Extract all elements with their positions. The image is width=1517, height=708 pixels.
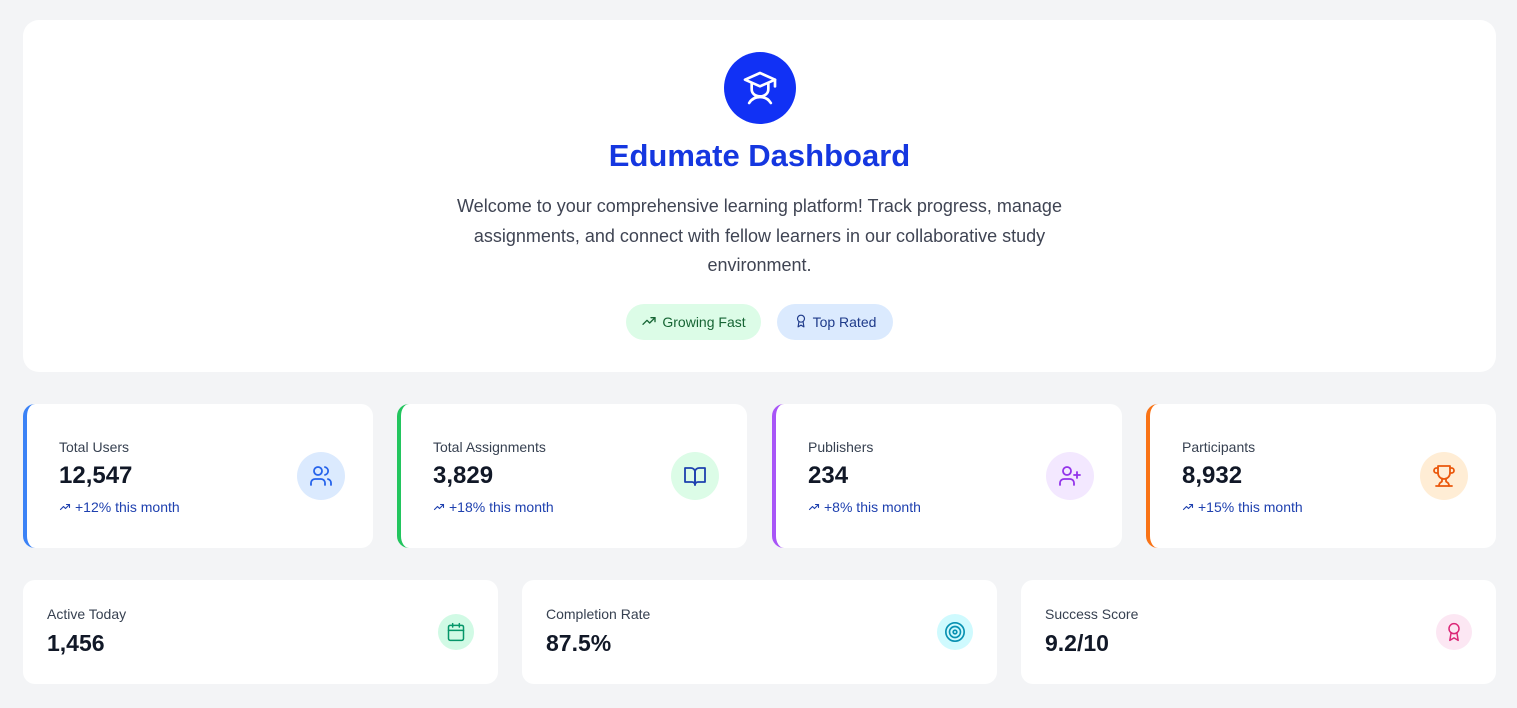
stat-value: 3,829 <box>433 462 494 489</box>
trending-up-icon <box>59 503 71 511</box>
stat-card-publishers: Publishers 234 +8% this month <box>772 404 1122 548</box>
trending-up-icon <box>808 503 820 511</box>
stat-trend-label: +18% this month <box>449 499 554 515</box>
stat-label: Total Assignments <box>433 439 546 455</box>
stat-trend: +12% this month <box>59 499 180 515</box>
welcome-description: Welcome to your comprehensive learning p… <box>457 196 1062 275</box>
trophy-icon <box>1420 452 1468 500</box>
stat-value: 234 <box>808 462 849 489</box>
metric-card-completion-rate: Completion Rate 87.5% <box>522 580 997 684</box>
stat-trend: +15% this month <box>1182 499 1303 515</box>
stat-label: Participants <box>1182 439 1256 455</box>
stat-label: Publishers <box>808 439 874 455</box>
trending-up-icon <box>641 313 657 332</box>
stat-card-participants: Participants 8,932 +15% this month <box>1146 404 1496 548</box>
metric-value: 87.5% <box>546 630 612 656</box>
stat-card-total-assignments: Total Assignments 3,829 +18% this month <box>397 404 747 548</box>
page-title: Edumate Dashboard <box>608 138 911 173</box>
users-icon <box>297 452 345 500</box>
stat-trend-label: +15% this month <box>1198 499 1303 515</box>
calendar-icon <box>438 614 474 650</box>
stat-label: Total Users <box>59 439 130 455</box>
trending-up-icon <box>433 503 445 511</box>
stat-value: 8,932 <box>1182 462 1243 489</box>
badge-label: Growing Fast <box>662 314 746 330</box>
award-icon <box>1436 614 1472 650</box>
growing-fast-badge: Growing Fast <box>626 304 761 340</box>
award-icon <box>794 314 808 331</box>
metric-value: 9.2/10 <box>1045 630 1109 656</box>
graduation-cap-icon <box>724 52 796 124</box>
metric-value: 1,456 <box>47 630 105 656</box>
stat-trend: +18% this month <box>433 499 554 515</box>
stat-value: 12,547 <box>59 462 133 489</box>
stat-trend: +8% this month <box>808 499 921 515</box>
stat-trend-label: +12% this month <box>75 499 180 515</box>
hero-card: Edumate Dashboard Welcome to your compre… <box>23 20 1496 372</box>
top-rated-badge: Top Rated <box>777 304 893 340</box>
target-icon <box>937 614 973 650</box>
metric-label: Completion Rate <box>546 606 651 622</box>
metric-card-active-today: Active Today 1,456 <box>23 580 498 684</box>
stat-card-total-users: Total Users 12,547 +12% this month <box>23 404 373 548</box>
metric-card-success-score: Success Score 9.2/10 <box>1021 580 1496 684</box>
metric-label: Active Today <box>47 606 127 622</box>
metric-label: Success Score <box>1045 606 1139 622</box>
user-plus-icon <box>1046 452 1094 500</box>
trending-up-icon <box>1182 503 1194 511</box>
badge-label: Top Rated <box>812 314 877 330</box>
stat-trend-label: +8% this month <box>824 499 921 515</box>
book-open-icon <box>671 452 719 500</box>
